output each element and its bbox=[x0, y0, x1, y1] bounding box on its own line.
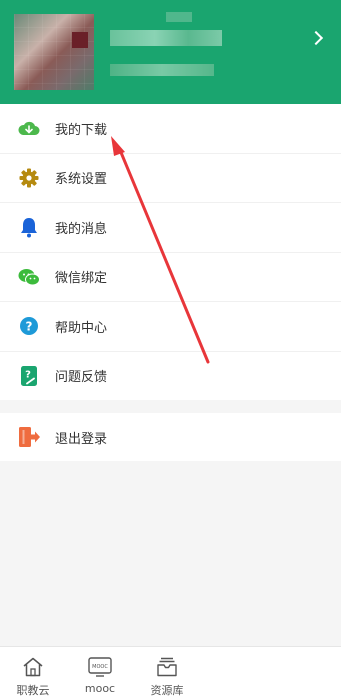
tab-label: mooc bbox=[84, 682, 116, 695]
logout-button[interactable]: 退出登录 bbox=[0, 413, 341, 461]
tab-resource-library[interactable]: 资源库 bbox=[137, 647, 197, 699]
menu-item-help[interactable]: ? 帮助中心 bbox=[0, 302, 341, 352]
menu-item-wechat-bind[interactable]: 微信绑定 bbox=[0, 253, 341, 302]
chevron-right-icon[interactable] bbox=[308, 30, 324, 46]
tab-label: 资源库 bbox=[150, 684, 184, 697]
bottom-tab-bar: 职教云 MOOC mooc 资源库 bbox=[0, 646, 341, 699]
menu-item-downloads[interactable]: 我的下载 bbox=[0, 104, 341, 154]
mooc-icon-text: MOOC bbox=[92, 664, 108, 670]
avatar[interactable] bbox=[14, 14, 94, 90]
menu-item-label: 问题反馈 bbox=[55, 370, 108, 386]
home-icon bbox=[22, 657, 44, 681]
menu-item-label: 系统设置 bbox=[55, 172, 108, 188]
tab-zhijiaoyun[interactable]: 职教云 bbox=[3, 647, 63, 699]
menu-item-settings[interactable]: 系统设置 bbox=[0, 154, 341, 203]
user-subtitle-blurred bbox=[110, 64, 214, 76]
username-blur-accent bbox=[166, 12, 192, 22]
profile-header[interactable] bbox=[0, 0, 341, 104]
avatar-pixel bbox=[72, 32, 88, 48]
svg-text:?: ? bbox=[25, 369, 31, 380]
feedback-icon: ? bbox=[18, 365, 40, 387]
download-cloud-icon bbox=[18, 117, 40, 139]
resource-library-icon bbox=[156, 657, 178, 681]
menu-item-label: 帮助中心 bbox=[55, 320, 108, 336]
wechat-icon bbox=[18, 266, 40, 288]
mooc-icon: MOOC bbox=[88, 657, 112, 681]
logout-icon bbox=[18, 426, 40, 448]
help-icon: ? bbox=[18, 315, 40, 337]
logout-label: 退出登录 bbox=[55, 431, 108, 447]
gear-icon bbox=[18, 167, 40, 189]
tab-mooc[interactable]: MOOC mooc bbox=[70, 647, 130, 699]
menu-item-label: 我的下载 bbox=[55, 122, 108, 138]
menu-item-label: 我的消息 bbox=[55, 221, 108, 237]
svg-text:?: ? bbox=[26, 320, 33, 334]
username-blurred bbox=[110, 30, 222, 46]
bell-icon bbox=[18, 216, 40, 238]
tab-label: 职教云 bbox=[16, 684, 50, 697]
menu-item-feedback[interactable]: ? 问题反馈 bbox=[0, 352, 341, 401]
settings-menu: 我的下载 系统设置 我的消息 微信绑定 ? 帮助中心 ? 问题反馈 bbox=[0, 104, 341, 400]
menu-item-messages[interactable]: 我的消息 bbox=[0, 203, 341, 253]
menu-item-label: 微信绑定 bbox=[55, 271, 108, 287]
